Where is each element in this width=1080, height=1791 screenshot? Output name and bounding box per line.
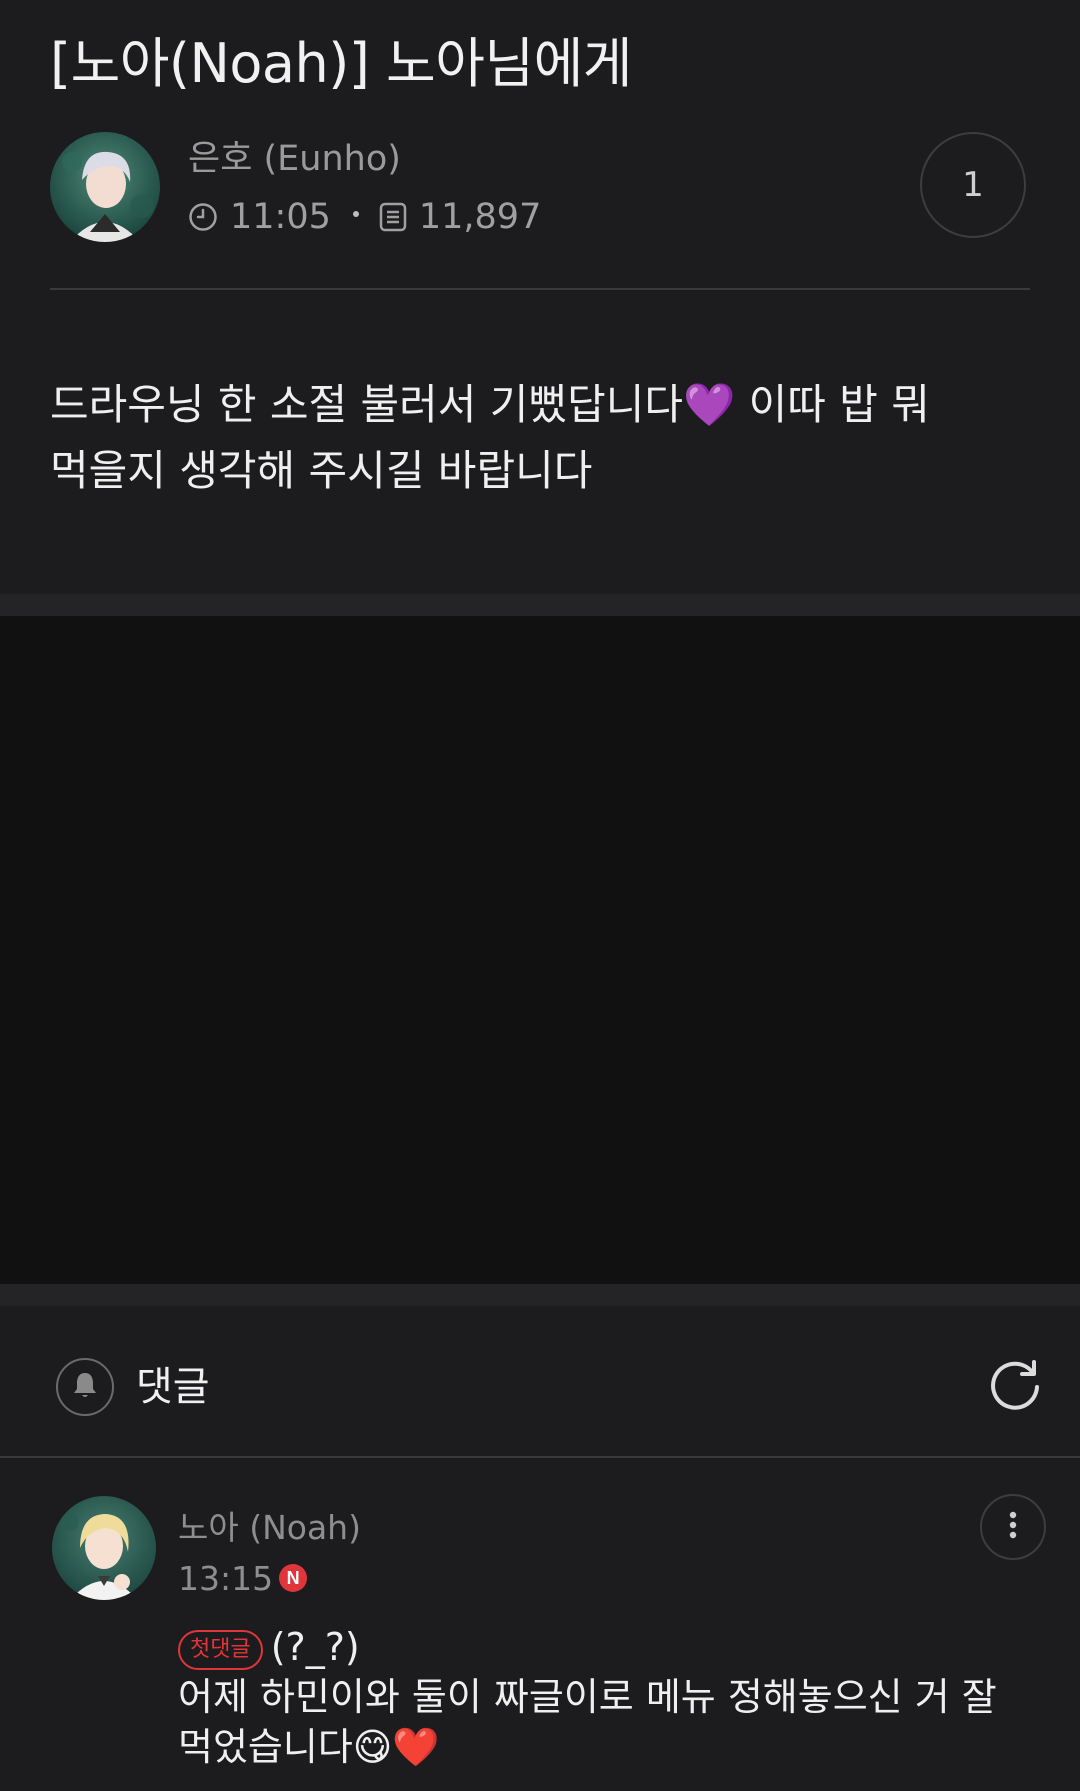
comment-item: 노아 (Noah) 13:15 N 첫댓글 (?_?) 어제 하민이와 둘이 짜글… <box>0 1458 1080 1791</box>
comment-time: 13:15 <box>178 1558 274 1598</box>
comments-header: 댓글 <box>0 1306 1080 1456</box>
comment-meta: 13:15 N <box>178 1556 308 1600</box>
comment-emoticon: (?_?) <box>270 1625 360 1669</box>
media-area <box>0 616 1080 1284</box>
clock-icon <box>188 202 218 232</box>
comments-label: 댓글 <box>136 1364 210 1410</box>
post-time: 11:05 <box>230 197 331 237</box>
author-name[interactable]: 은호 (Eunho) <box>188 136 401 182</box>
meta-separator <box>352 211 359 217</box>
post-title: [노아(Noah)] 노아님에게 <box>50 32 632 95</box>
commenter-avatar[interactable] <box>52 1496 156 1600</box>
more-vertical-icon <box>1009 1511 1017 1543</box>
post-body: 드라우닝 한 소절 불러서 기뻤답니다💜 이따 밥 뭐 먹을지 생각해 주시길 … <box>50 380 930 495</box>
author-avatar[interactable] <box>50 132 160 242</box>
notification-button[interactable] <box>56 1358 114 1416</box>
section-divider <box>0 594 1080 616</box>
post-views: 11,897 <box>418 197 542 237</box>
new-badge: N <box>279 1564 308 1592</box>
comment-first-line: 첫댓글 (?_?) <box>178 1622 1038 1672</box>
divider <box>50 288 1030 290</box>
comment-count-button[interactable]: 1 <box>920 132 1026 238</box>
bell-icon <box>70 1370 100 1404</box>
refresh-button[interactable] <box>982 1354 1048 1420</box>
comment-more-button[interactable] <box>980 1494 1046 1560</box>
comment-text: 어제 하민이와 둘이 짜글이로 메뉴 정해놓으신 거 잘 먹었습니다😋❤️ <box>178 1675 997 1769</box>
section-divider <box>0 1284 1080 1306</box>
post-header: [노아(Noah)] 노아님에게 은호 (Eunho) 11:05 11,897… <box>0 0 1080 290</box>
first-comment-badge: 첫댓글 <box>178 1630 263 1670</box>
comment-body: 첫댓글 (?_?) 어제 하민이와 둘이 짜글이로 메뉴 정해놓으신 거 잘 먹었… <box>178 1622 1038 1772</box>
author-avatar-image <box>50 132 160 242</box>
document-list-icon <box>379 202 407 232</box>
refresh-icon <box>985 1355 1045 1419</box>
commenter-name[interactable]: 노아 (Noah) <box>178 1506 361 1550</box>
post-meta: 11:05 11,897 <box>188 194 541 240</box>
commenter-avatar-image <box>52 1496 156 1600</box>
